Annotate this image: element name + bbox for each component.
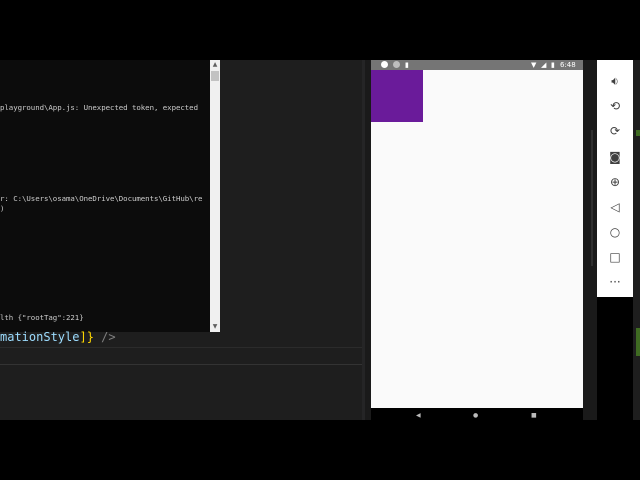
terminal-scrollbar[interactable]	[210, 60, 220, 332]
terminal-line: )	[0, 204, 5, 213]
volume-down-icon[interactable]: 🔉︎	[597, 74, 633, 88]
background-window-accent	[636, 130, 640, 136]
overview-icon[interactable]: □	[597, 250, 633, 264]
terminal-line: playground\App.js: Unexpected token, exp…	[0, 103, 198, 112]
letterbox-bottom	[0, 420, 640, 480]
letterbox-top	[0, 0, 640, 60]
rotate-right-icon[interactable]: ⟳	[597, 124, 633, 138]
home-icon[interactable]: ○	[597, 225, 633, 239]
terminal-line: lth {"rootTag":221}	[0, 313, 84, 322]
emulator-frame	[591, 130, 593, 266]
back-icon[interactable]: ◁	[597, 200, 633, 214]
notification-dot-icon	[393, 61, 400, 68]
editor-divider	[0, 364, 365, 365]
code-tag-close: />	[93, 330, 116, 344]
rotate-left-icon[interactable]: ⟲	[597, 99, 633, 113]
nav-home-icon[interactable]: ●	[473, 412, 478, 420]
code-identifier: mationStyle	[0, 330, 80, 344]
signal-icon: ◢	[541, 61, 547, 69]
more-icon[interactable]: ···	[597, 275, 633, 289]
notification-dot-icon	[381, 61, 388, 68]
background-window	[633, 60, 640, 420]
nav-overview-icon[interactable]: ■	[531, 412, 537, 420]
background-window-accent	[636, 328, 640, 356]
nav-back-icon[interactable]: ◀	[416, 412, 421, 420]
scroll-up-icon[interactable]: ▲	[211, 61, 219, 69]
status-time: 6:48	[560, 61, 576, 69]
camera-icon[interactable]: ◙	[597, 150, 633, 164]
sd-card-icon: ▮	[405, 61, 409, 69]
terminal-panel[interactable]: playground\App.js: Unexpected token, exp…	[0, 60, 210, 332]
editor-divider	[0, 347, 365, 348]
wifi-icon: ▼	[531, 61, 537, 69]
zoom-icon[interactable]: ⊕	[597, 175, 633, 189]
battery-icon: ▮	[551, 61, 555, 69]
code-bracket: ]}	[79, 330, 94, 344]
purple-box	[371, 70, 423, 122]
scroll-down-icon[interactable]: ▼	[211, 323, 219, 331]
terminal-line: r: C:\Users\osama\OneDrive\Documents\Git…	[0, 194, 203, 203]
code-line[interactable]: mationStyle]} />	[0, 330, 116, 344]
scrollbar-thumb[interactable]	[211, 71, 219, 81]
